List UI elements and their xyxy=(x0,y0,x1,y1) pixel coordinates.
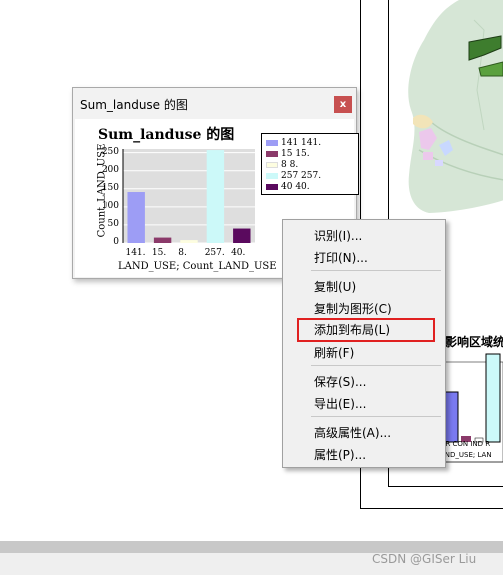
legend-item: 8 8. xyxy=(266,160,298,171)
legend-label: 15 15. xyxy=(281,149,310,159)
x-tick-label: 8. xyxy=(178,248,187,258)
legend-label: 8 8. xyxy=(281,160,299,170)
graph-window-titlebar[interactable]: Sum_landuse 的图 x xyxy=(73,88,356,118)
menu-item-copy-as-graphic[interactable]: 复制为图形(C) xyxy=(314,300,392,317)
menu-separator xyxy=(311,365,441,366)
legend-swatch xyxy=(266,183,278,190)
y-tick-label: 250 xyxy=(101,146,119,157)
legend-swatch xyxy=(266,150,278,157)
graph-window-title: Sum_landuse 的图 xyxy=(80,98,188,112)
legend-item: 40 40. xyxy=(266,182,310,193)
menu-item-export[interactable]: 导出(E)... xyxy=(314,395,366,412)
menu-item-identify[interactable]: 识别(I)... xyxy=(314,227,362,244)
menu-separator xyxy=(311,416,441,417)
menu-item-properties[interactable]: 属性(P)... xyxy=(314,446,366,463)
x-tick-label: 141. xyxy=(125,248,146,258)
bar xyxy=(206,150,225,243)
legend-item: 141 141. xyxy=(266,138,321,149)
menu-item-copy[interactable]: 复制(U) xyxy=(314,278,356,295)
menu-item-advanced-properties[interactable]: 高级属性(A)... xyxy=(314,424,391,441)
y-tick-label: 150 xyxy=(101,182,119,193)
legend-label: 257 257. xyxy=(281,171,322,181)
bar xyxy=(180,240,198,243)
bar xyxy=(127,192,145,243)
menu-separator xyxy=(311,270,441,271)
x-tick-label: 257. xyxy=(204,248,225,258)
menu-item-print[interactable]: 打印(N)... xyxy=(314,249,368,266)
chart-legend: 141 141. 15 15. 8 8. 257 257. 40 40. xyxy=(261,133,359,195)
y-tick-label: 0 xyxy=(113,237,119,247)
y-tick-label: 50 xyxy=(107,218,119,229)
y-tick-label: 200 xyxy=(101,164,119,175)
legend-item: 257 257. xyxy=(266,171,321,182)
bar xyxy=(153,237,172,243)
map-image xyxy=(408,0,503,213)
legend-label: 40 40. xyxy=(281,182,310,192)
legend-swatch xyxy=(266,172,278,179)
legend-label: 141 141. xyxy=(281,138,322,148)
menu-item-save[interactable]: 保存(S)... xyxy=(314,373,366,390)
context-menu[interactable]: 识别(I)... 打印(N)... 复制(U) 复制为图形(C) 添加到布局(L… xyxy=(282,219,446,468)
embedded-tick-labels: GR CON IND R xyxy=(440,440,491,448)
map-frame[interactable] xyxy=(388,0,503,216)
watermark: CSDN @GISer Liu xyxy=(372,552,477,566)
x-tick-label: 40. xyxy=(231,248,246,258)
embedded-chart-title: 影响区域统 xyxy=(445,335,503,349)
embedded-axis-label: AND_USE; LAN xyxy=(440,451,492,459)
menu-item-refresh[interactable]: 刷新(F) xyxy=(314,344,354,361)
close-button[interactable]: x xyxy=(334,96,352,113)
legend-item: 15 15. xyxy=(266,149,310,160)
legend-swatch xyxy=(266,161,278,168)
x-axis-label: LAND_USE; Count_LAND_USE xyxy=(118,261,277,272)
legend-swatch xyxy=(266,139,278,146)
bar xyxy=(233,228,251,243)
highlight-box xyxy=(297,318,435,342)
y-tick-label: 100 xyxy=(101,200,119,211)
x-tick-label: 15. xyxy=(151,248,167,258)
